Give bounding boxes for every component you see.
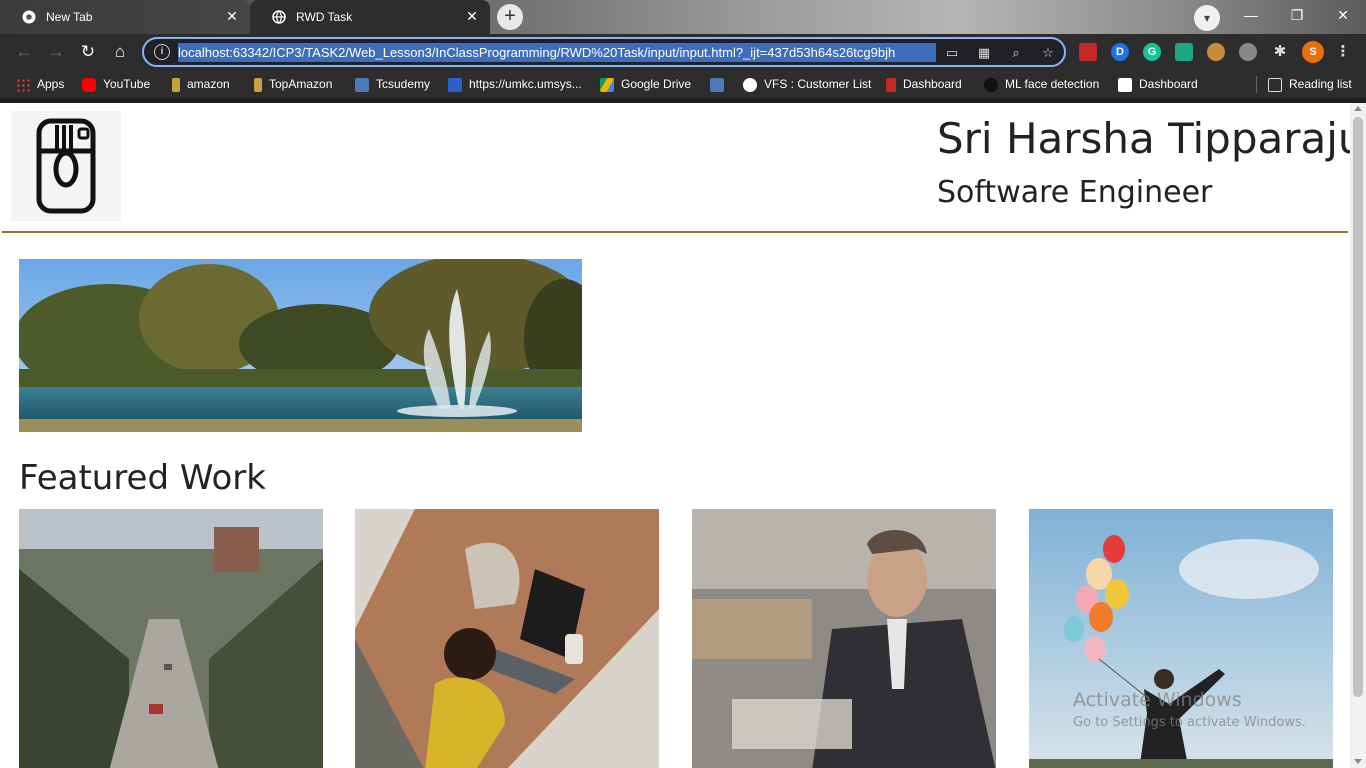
forward-icon[interactable]: → [44, 40, 68, 64]
amazon-icon [172, 77, 180, 92]
watermark-subtitle: Go to Settings to activate Windows. [1073, 715, 1306, 730]
bookmark-label: VFS : Customer List [764, 77, 872, 91]
bookmark-apps[interactable]: Apps [16, 76, 64, 93]
youtube-icon [82, 77, 96, 92]
scrollbar-thumb[interactable] [1353, 117, 1363, 697]
globe-icon [743, 77, 757, 92]
bookmarks-divider [1256, 76, 1257, 93]
dashboard-icon [1118, 77, 1132, 92]
author-name: Sri Harsha Tipparaju [937, 114, 1350, 163]
bookmark-label: Tcsudemy [376, 77, 431, 91]
bookmark-label: Apps [37, 77, 65, 91]
scroll-down-icon[interactable] [1354, 759, 1362, 764]
amazon-icon [254, 77, 262, 92]
bookmark-star-icon[interactable]: ☆ [1038, 43, 1058, 63]
puzzle-extensions-icon[interactable]: ✱ [1271, 43, 1289, 61]
book-extension-icon[interactable] [1079, 43, 1097, 61]
watermark-title: Activate Windows [1073, 689, 1242, 711]
dashboard-icon [886, 77, 896, 92]
tab-title: New Tab [46, 10, 93, 24]
browser-chrome: New Tab ✕ RWD Task ✕ + ▾ — ❐ ✕ ← → ↻ ⌂ i… [0, 0, 1366, 103]
github-icon [984, 77, 998, 92]
bookmark-tata[interactable] [710, 76, 731, 93]
scroll-up-icon[interactable] [1354, 106, 1362, 111]
tab-strip: New Tab ✕ RWD Task ✕ + ▾ — ❐ ✕ [0, 0, 1366, 34]
bookmark-label: Dashboard [1139, 77, 1198, 91]
new-tab-button[interactable]: + [497, 4, 523, 30]
cast-icon[interactable]: ▭ [942, 43, 962, 63]
bookmarks-bar: Apps YouTube amazon TopAmazon Tcsudemy h… [0, 71, 1366, 98]
featured-work-heading: Featured Work [19, 458, 266, 498]
reading-list-button[interactable]: Reading list [1268, 76, 1352, 93]
apps-grid-icon [16, 77, 30, 92]
bookmark-label: YouTube [103, 77, 151, 91]
hero-image-fountain [14, 254, 604, 432]
d-extension-icon[interactable]: D [1111, 43, 1129, 61]
tab-rwd-task[interactable]: RWD Task ✕ [250, 0, 490, 34]
bookmark-youtube[interactable]: YouTube [82, 76, 150, 93]
tab-new-tab[interactable]: New Tab ✕ [0, 0, 250, 34]
reading-list-label: Reading list [1289, 77, 1352, 91]
home-icon[interactable]: ⌂ [108, 40, 132, 64]
umkc-icon [448, 77, 462, 92]
bookmark-vfs[interactable]: VFS : Customer List [743, 76, 871, 93]
page-header: Sri Harsha Tipparaju Software Engineer [2, 103, 1350, 233]
reading-list-icon [1268, 77, 1282, 92]
activate-windows-watermark: Activate Windows Go to Settings to activ… [1073, 689, 1306, 730]
bookmark-label: https://umkc.umsys... [469, 77, 582, 91]
bookmark-amazon[interactable]: amazon [172, 76, 230, 93]
tab-title: RWD Task [296, 10, 353, 24]
menu-icon[interactable]: ⋮ [1334, 43, 1352, 61]
profile-avatar[interactable]: S [1302, 41, 1324, 63]
bookmark-tcsudemy[interactable]: Tcsudemy [355, 76, 430, 93]
close-tab-icon[interactable]: ✕ [464, 8, 480, 24]
vertical-scrollbar[interactable] [1350, 103, 1366, 768]
bookmark-label: Google Drive [621, 77, 692, 91]
site-info-icon[interactable]: i [154, 44, 170, 60]
pen-extension-icon[interactable] [1239, 43, 1257, 61]
toolbar: ← → ↻ ⌂ i localhost:63342/ICP3/TASK2/Web… [0, 34, 1366, 71]
reload-icon[interactable]: ↻ [76, 40, 100, 64]
bookmark-dashboard-2[interactable]: Dashboard [1118, 76, 1198, 93]
restore-icon[interactable]: ❐ [1274, 0, 1320, 30]
zoom-icon[interactable]: ⌕ [1006, 43, 1026, 63]
work-image-businessman[interactable] [692, 509, 996, 768]
tab-search-icon[interactable]: ▾ [1194, 5, 1220, 31]
grammarly-icon[interactable]: G [1143, 43, 1161, 61]
cookie-icon[interactable] [1207, 43, 1225, 61]
tata-icon [710, 77, 724, 92]
bookmark-label: amazon [187, 77, 230, 91]
bookmark-label: TopAmazon [269, 77, 333, 91]
url-text[interactable]: localhost:63342/ICP3/TASK2/Web_Lesson3/I… [178, 43, 936, 62]
back-icon[interactable]: ← [12, 40, 36, 64]
feedly-icon[interactable] [1175, 43, 1193, 61]
globe-icon [272, 10, 286, 24]
bookmark-label: ML face detection [1005, 77, 1100, 91]
bookmark-google-drive[interactable]: Google Drive [600, 76, 691, 93]
tata-icon [355, 77, 369, 92]
close-tab-icon[interactable]: ✕ [224, 8, 240, 24]
minimize-icon[interactable]: — [1228, 0, 1274, 30]
work-image-laptop[interactable] [355, 509, 659, 768]
chrome-icon [22, 10, 36, 24]
instagram-camera-icon [11, 111, 121, 221]
qr-code-icon[interactable]: ▦ [974, 43, 994, 63]
page-viewport: Sri Harsha Tipparaju Software Engineer F… [0, 103, 1350, 768]
bookmark-dashboard-1[interactable]: Dashboard [886, 76, 962, 93]
work-image-street[interactable] [19, 509, 323, 768]
address-bar[interactable]: i localhost:63342/ICP3/TASK2/Web_Lesson3… [142, 37, 1066, 67]
close-window-icon[interactable]: ✕ [1320, 0, 1366, 30]
bookmark-umkc[interactable]: https://umkc.umsys... [448, 76, 582, 93]
bookmark-topamazon[interactable]: TopAmazon [254, 76, 332, 93]
bookmark-label: Dashboard [903, 77, 962, 91]
bookmark-ml-face-detection[interactable]: ML face detection [984, 76, 1099, 93]
google-drive-icon [600, 77, 614, 92]
author-role: Software Engineer [937, 175, 1213, 210]
